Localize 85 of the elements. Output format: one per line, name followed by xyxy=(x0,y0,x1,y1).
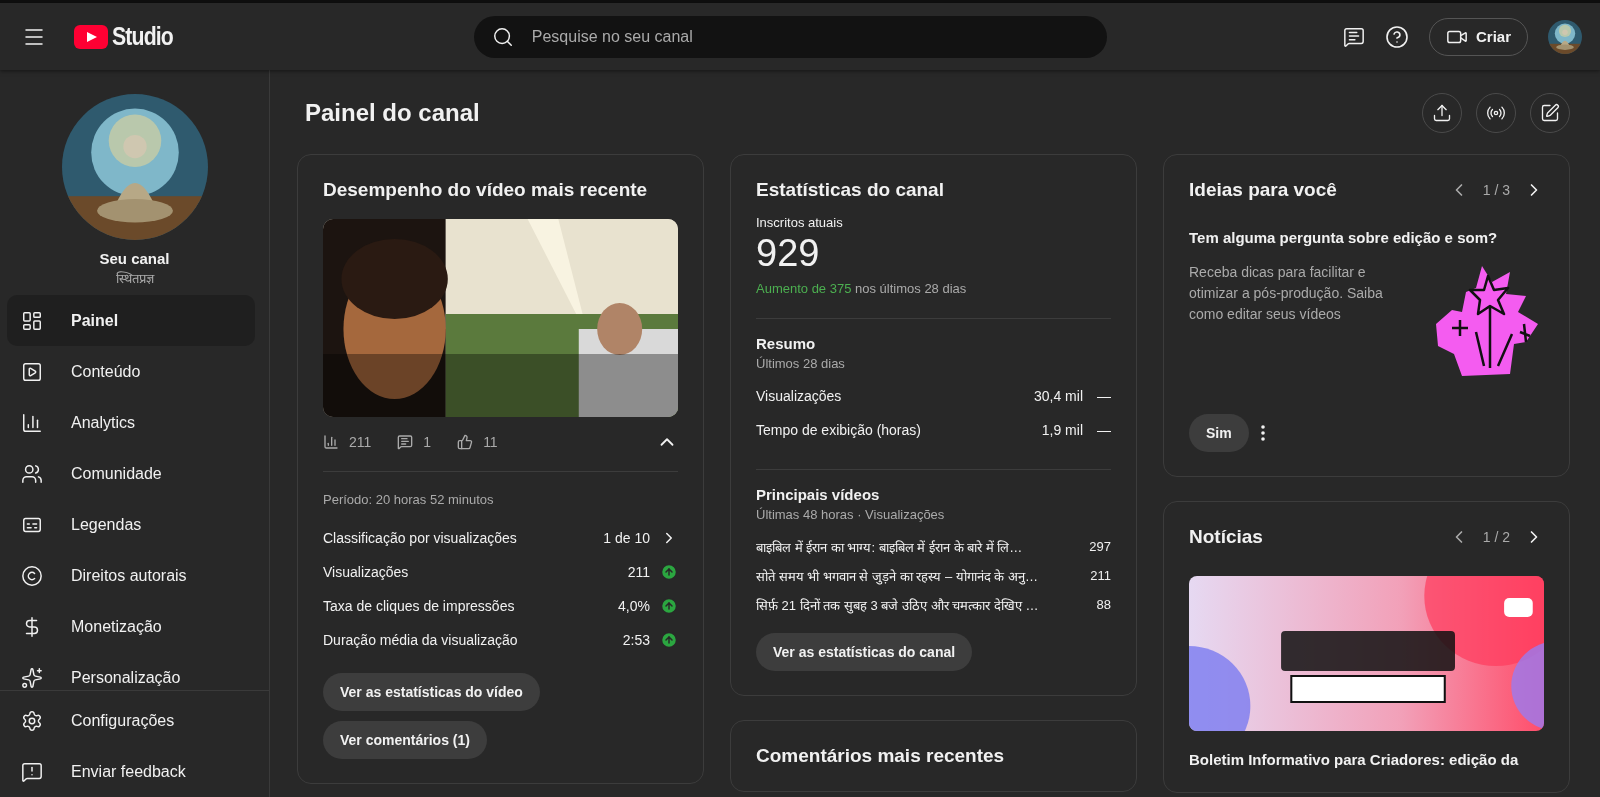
subscriber-count: 929 xyxy=(756,232,821,275)
channel-name: Seu canal xyxy=(99,250,170,267)
avatar-button[interactable] xyxy=(1548,19,1582,54)
change-text: — xyxy=(1097,388,1111,404)
views-count: 211 xyxy=(349,434,372,450)
metric-value: 211 xyxy=(627,564,650,580)
metric-value: 1 de 10 xyxy=(603,530,650,546)
arrow-up-icon xyxy=(660,631,678,649)
action-button[interactable]: Ver as estatísticas do canal xyxy=(756,633,973,671)
metric-label: Visualizações xyxy=(323,564,410,580)
card-title: Comentários mais recentes xyxy=(756,745,1006,767)
comment-icon xyxy=(397,434,414,450)
nav-icon xyxy=(21,666,43,689)
feedback-icon xyxy=(21,760,43,783)
period-text: Período: 20 horas 52 minutos xyxy=(323,492,495,507)
search-field[interactable]: Pesquise no seu canal xyxy=(473,15,1107,58)
summary-value: 30,4 mil xyxy=(1033,388,1083,404)
nav-item[interactable]: Personalização xyxy=(7,652,255,690)
section-period: Últimos 28 dias xyxy=(756,356,846,371)
comments-count: 1 xyxy=(423,434,432,450)
help-button[interactable] xyxy=(1384,24,1409,49)
video-title[interactable]: बाइबिल में ईरान का भाग्य: बाइबिल में ईरान के बारे में लि… xyxy=(756,537,1082,556)
pager-text: 1 / 2 xyxy=(1482,529,1510,545)
nav-icon xyxy=(21,564,43,587)
video-views: 211 xyxy=(1090,568,1111,583)
nav-item[interactable]: Configurações xyxy=(7,695,255,746)
subscribers-label: Inscritos atuais xyxy=(756,215,844,230)
card-title: Desempenho do vídeo mais recente xyxy=(323,179,649,201)
nav-item[interactable]: Conteúdo xyxy=(7,346,255,397)
section-title: Principais vídeos xyxy=(756,486,881,503)
logo-text: Studio xyxy=(112,22,173,51)
help-icon xyxy=(1384,24,1409,49)
nav-icon xyxy=(21,309,43,332)
metric-value: 2:53 xyxy=(622,632,650,648)
summary-value: 1,9 mil xyxy=(1041,422,1083,438)
nav-item[interactable]: Enviar feedback xyxy=(7,746,255,797)
nav-icon xyxy=(21,462,43,485)
action-button[interactable]: Ver comentários (1) xyxy=(323,721,487,759)
metric-label: Duração média da visualização xyxy=(323,632,519,648)
change-text: — xyxy=(1097,422,1111,438)
nav-item[interactable]: Analytics xyxy=(7,397,255,448)
nav-item[interactable]: Monetização xyxy=(7,601,255,652)
pager-text: 1 / 3 xyxy=(1482,182,1510,198)
video-title[interactable]: सिर्फ़ 21 दिनों तक सुबह 3 बजे उठिए और चमत्कार देखिए … xyxy=(756,595,1089,614)
play-logo-icon xyxy=(74,24,108,49)
arrow-up-icon xyxy=(660,597,678,615)
nav-item[interactable]: Direitos autorais xyxy=(7,550,255,601)
gear-icon xyxy=(21,709,43,732)
feedback-button[interactable] xyxy=(1342,25,1365,48)
video-views: 297 xyxy=(1089,539,1111,554)
nav-icon xyxy=(21,411,43,434)
card-title: Notícias xyxy=(1189,526,1263,548)
upload-icon xyxy=(1432,103,1452,123)
page-title: Painel do canal xyxy=(305,99,480,127)
metric-label: Taxa de cliques de impressões xyxy=(323,598,516,614)
video-views: 88 xyxy=(1096,597,1111,612)
idea-question: Tem alguma pergunta sobre edição e som? xyxy=(1189,229,1499,246)
likes-count: 11 xyxy=(483,434,498,450)
channel-handle: स्थितप्रज्ञ xyxy=(115,270,154,287)
summary-label: Tempo de exibição (horas) xyxy=(756,422,922,438)
chart-icon xyxy=(323,434,339,450)
card-title: Estatísticas do canal xyxy=(756,179,945,201)
action-button[interactable]: Ver as estatísticas do vídeo xyxy=(323,673,540,711)
arrow-up-icon xyxy=(660,563,678,581)
nav-item[interactable]: Painel xyxy=(7,295,255,346)
more-icon xyxy=(1260,425,1265,441)
feedback-icon xyxy=(1342,25,1365,48)
metric-label: Classificação por visualizações xyxy=(323,530,518,546)
nav-item[interactable]: Comunidade xyxy=(7,448,255,499)
pencil-icon xyxy=(1540,103,1560,123)
card-title: Ideias para você xyxy=(1189,179,1337,201)
yes-button[interactable]: Sim xyxy=(1189,414,1249,452)
nav-icon xyxy=(21,360,43,383)
section-period: Últimas 48 horas · Visualizações xyxy=(756,507,946,522)
nav-item[interactable]: Legendas xyxy=(7,499,255,550)
metric-value: 4,0% xyxy=(618,598,650,614)
thumbs-up-icon xyxy=(457,434,474,450)
summary-label: Visualizações xyxy=(756,388,843,404)
more-button[interactable] xyxy=(1260,425,1265,441)
article-title[interactable]: Boletim Informativo para Criadores: edição da xyxy=(1189,751,1544,768)
growth-text: Aumento de 375 nos últimos 28 dias xyxy=(756,281,968,296)
section-title: Resumo xyxy=(756,335,817,352)
idea-text: Receba dicas para facilitar e otimizar a pós-produção. Saiba como editar seus vídeos xyxy=(1189,263,1384,324)
search-icon xyxy=(491,25,514,48)
video-title[interactable]: सोते समय भी भगवान से जुड़ने का रहस्य – योगानंद के अनु… xyxy=(756,566,1083,585)
